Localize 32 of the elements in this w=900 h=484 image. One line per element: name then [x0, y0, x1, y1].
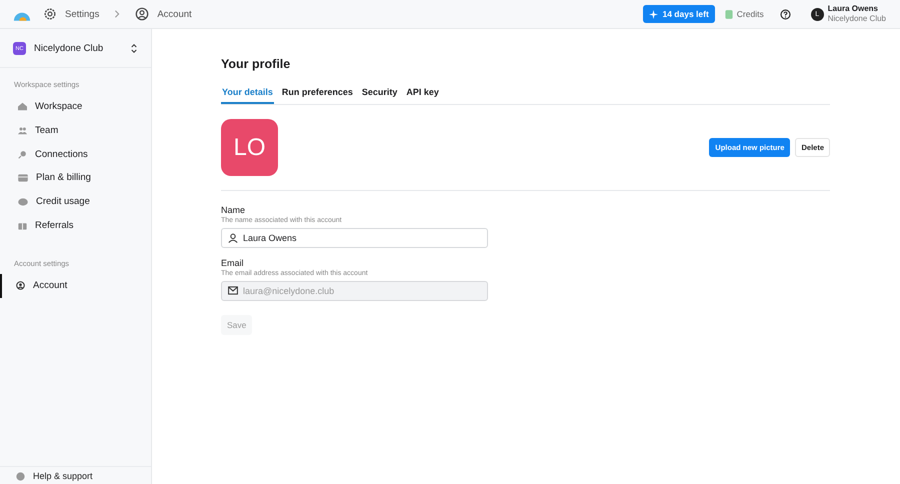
sidebar-item[interactable]: Workspace — [0, 95, 151, 119]
user-organization: Nicelydone Club — [828, 14, 886, 24]
credit-card-icon — [18, 174, 28, 182]
chevron-right-icon — [113, 10, 122, 18]
chevron-up-down-icon[interactable] — [131, 44, 137, 53]
sidebar-item[interactable]: Connections — [0, 142, 151, 166]
sidebar-item[interactable]: Credit usage — [0, 190, 151, 214]
field-label: Name — [221, 205, 246, 215]
profile-avatar: LO — [221, 119, 278, 176]
sidebar-item[interactable]: Referrals — [0, 213, 151, 238]
sidebar-item[interactable]: Account — [0, 274, 151, 298]
breadcrumb-link[interactable]: Account — [157, 8, 192, 20]
user-name: Laura Owens — [828, 4, 879, 14]
trial-badge[interactable]: 14 days left — [643, 5, 715, 23]
house-icon — [18, 102, 27, 112]
settings-icon — [43, 7, 57, 21]
sidebar-item[interactable]: Plan & billing — [0, 166, 151, 190]
tab[interactable]: Run preferences — [280, 87, 354, 104]
sidebar-item[interactable]: Team — [0, 118, 151, 142]
user-circle-icon — [16, 281, 25, 290]
tab[interactable]: Your details — [221, 87, 274, 104]
user-circle-icon — [135, 7, 150, 21]
help-link[interactable]: Help & support — [33, 471, 93, 481]
tab[interactable]: API key — [405, 87, 440, 104]
field-label: Email — [221, 258, 245, 268]
workspace-name[interactable]: Nicelydone Club — [34, 43, 123, 54]
people-icon — [18, 126, 27, 136]
breadcrumb-link[interactable]: Settings — [65, 8, 100, 20]
page-title: Your profile — [221, 57, 292, 71]
tab[interactable]: Security — [360, 87, 398, 104]
input-field[interactable]: Laura Owens — [221, 228, 488, 248]
credits-label[interactable]: Credits — [736, 9, 764, 19]
